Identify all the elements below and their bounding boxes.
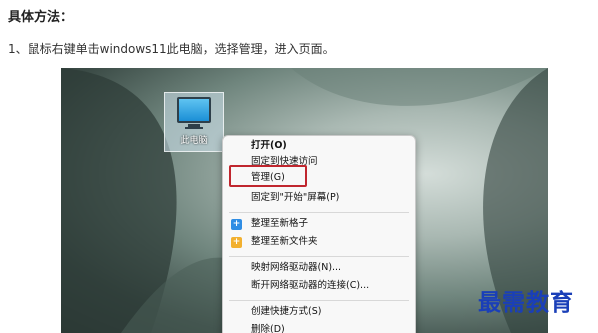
menu-divider [229, 256, 409, 257]
menu-item-new-grid[interactable]: 整理至新格子 [251, 217, 308, 231]
manage-highlight-box [229, 165, 307, 187]
watermark-logo: 最需教育 [478, 289, 574, 316]
menu-item-delete[interactable]: 删除(D) [251, 323, 285, 333]
menu-item-create-shortcut[interactable]: 创建快捷方式(S) [251, 305, 321, 319]
menu-divider [229, 212, 409, 213]
this-pc-label: 此电脑 [180, 136, 208, 146]
step-1-text: 1、鼠标右键单击windows11此电脑，选择管理，进入页面。 [8, 42, 335, 56]
menu-item-disconnect-drive[interactable]: 断开网络驱动器的连接(C)... [251, 279, 369, 293]
new-folder-icon: + [231, 237, 242, 248]
context-menu: 打开(O) 固定到快速访问 管理(G) 固定到"开始"屏幕(P) + 整理至新格… [222, 135, 416, 333]
menu-item-pin-start[interactable]: 固定到"开始"屏幕(P) [251, 191, 339, 205]
article-heading: 具体方法： [8, 10, 74, 25]
screenshot-image: 此电脑 打开(O) 固定到快速访问 管理(G) 固定到"开始"屏幕(P) + 整… [61, 68, 548, 333]
menu-item-open[interactable]: 打开(O) [251, 139, 287, 153]
this-pc-desktop-icon[interactable]: 此电脑 [164, 92, 224, 152]
menu-item-map-drive[interactable]: 映射网络驱动器(N)... [251, 261, 341, 275]
monitor-icon [177, 97, 211, 123]
menu-divider [229, 300, 409, 301]
menu-item-new-folder[interactable]: 整理至新文件夹 [251, 235, 318, 249]
new-grid-icon: + [231, 219, 242, 230]
